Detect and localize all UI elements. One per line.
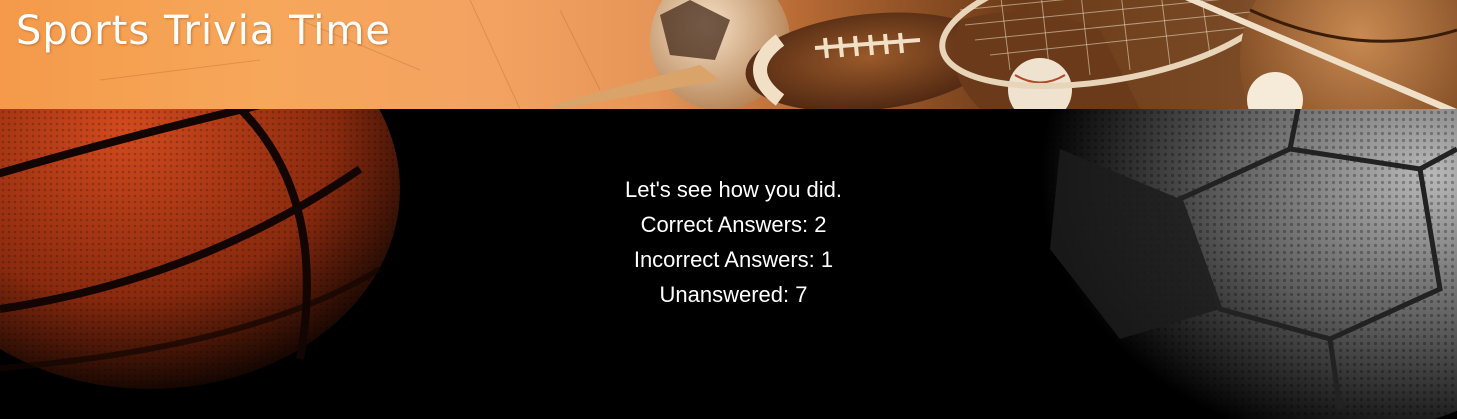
incorrect-answers-row: Incorrect Answers: 1 bbox=[0, 242, 1457, 277]
unanswered-label: Unanswered: bbox=[659, 282, 790, 307]
results-panel: Let's see how you did. Correct Answers: … bbox=[0, 172, 1457, 312]
page: Sports Trivia Time Let's see how you did… bbox=[0, 0, 1457, 419]
correct-answers-count: 2 bbox=[814, 212, 827, 237]
incorrect-answers-label: Incorrect Answers: bbox=[633, 247, 815, 272]
results-intro: Let's see how you did. bbox=[624, 177, 842, 202]
page-title: Sports Trivia Time bbox=[16, 8, 391, 54]
correct-answers-label: Correct Answers: bbox=[640, 212, 809, 237]
correct-answers-row: Correct Answers: 2 bbox=[0, 207, 1457, 242]
unanswered-count: 7 bbox=[795, 282, 808, 307]
header-banner: Sports Trivia Time bbox=[0, 0, 1457, 109]
unanswered-row: Unanswered: 7 bbox=[0, 277, 1457, 312]
incorrect-answers-count: 1 bbox=[820, 247, 834, 272]
